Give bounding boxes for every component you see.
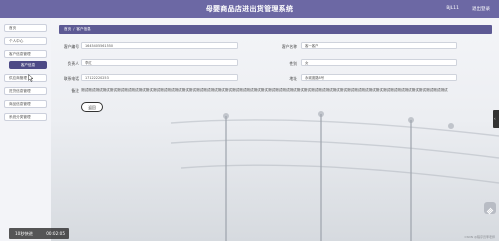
address-field[interactable]: 永城澳路8号 xyxy=(301,74,457,81)
chevron-left-icon: ‹ xyxy=(494,116,496,121)
phone-label: 联系电话 xyxy=(63,76,79,81)
video-overlay: 10秒快进 00:02:05 xyxy=(9,228,69,239)
breadcrumb: 首页 / 客户信息 xyxy=(59,25,492,34)
breadcrumb-separator: / xyxy=(73,27,75,31)
sidebar-item-supplier-mgmt[interactable]: 供应商管理 xyxy=(4,74,47,82)
sidebar-item-customer-mgmt[interactable]: 客户信息管理 xyxy=(4,50,47,58)
breadcrumb-current: 客户信息 xyxy=(76,27,91,31)
sidebar-item-category-mgmt[interactable]: 系统分类管理 xyxy=(4,113,47,121)
address-label: 地址 xyxy=(289,76,297,81)
user-name: BJL11 xyxy=(446,6,459,11)
customer-id-field[interactable]: 1645405561550 xyxy=(81,42,238,49)
logout-link[interactable]: 退出登录 xyxy=(472,6,490,12)
phone-field[interactable]: 17122220253 xyxy=(81,74,238,81)
video-timestamp: 00:02:05 xyxy=(46,231,65,236)
remark-label: 备注 xyxy=(71,88,79,93)
sidebar-item-purchase-mgmt[interactable]: 进货信息管理 xyxy=(4,87,47,95)
sidebar-subitem-customer-info[interactable]: 客户信息 xyxy=(9,61,47,69)
sidebar: 首页 个人中心 客户信息管理 客户信息 供应商管理 进货信息管理 商品信息管理 … xyxy=(0,18,51,241)
contact-field[interactable]: 李红 xyxy=(81,59,238,66)
app-header: 母婴商品店进出货管理系统 BJL11 退出登录 xyxy=(0,0,499,18)
customer-name-label: 客户名称 xyxy=(281,44,297,49)
mouse-cursor-icon xyxy=(28,74,34,82)
back-button[interactable]: 返回 xyxy=(81,102,103,112)
contact-label: 负责人 xyxy=(67,61,79,66)
rocket-icon xyxy=(486,207,494,215)
sidebar-item-product-mgmt[interactable]: 商品信息管理 xyxy=(4,100,47,108)
background-fence-image xyxy=(170,111,499,241)
customer-id-label: 客户编号 xyxy=(63,44,79,49)
gender-label: 性别 xyxy=(289,61,297,66)
gender-field[interactable]: 女 xyxy=(301,59,457,66)
watermark: CSDN @程序员李老师 xyxy=(464,235,495,239)
main-content: 首页 / 客户信息 客户编号 1645405561550 客户名称 客一客户 负责人… xyxy=(51,18,499,241)
floating-action-button[interactable] xyxy=(484,202,496,215)
sidebar-item-home[interactable]: 首页 xyxy=(4,24,47,32)
customer-name-field[interactable]: 客一客户 xyxy=(301,42,457,49)
sidebar-item-profile[interactable]: 个人中心 xyxy=(4,37,47,45)
fast-forward-label[interactable]: 10秒快进 xyxy=(15,228,33,239)
remark-text: 测试测试测试测试测试测试测试测试测试测试测试测试测试测试测试测试测试测试测试测试… xyxy=(81,88,448,92)
app-title: 母婴商品店进出货管理系统 xyxy=(205,5,294,13)
breadcrumb-home[interactable]: 首页 xyxy=(64,27,71,31)
side-collapse-tab[interactable]: ‹ xyxy=(493,110,499,128)
